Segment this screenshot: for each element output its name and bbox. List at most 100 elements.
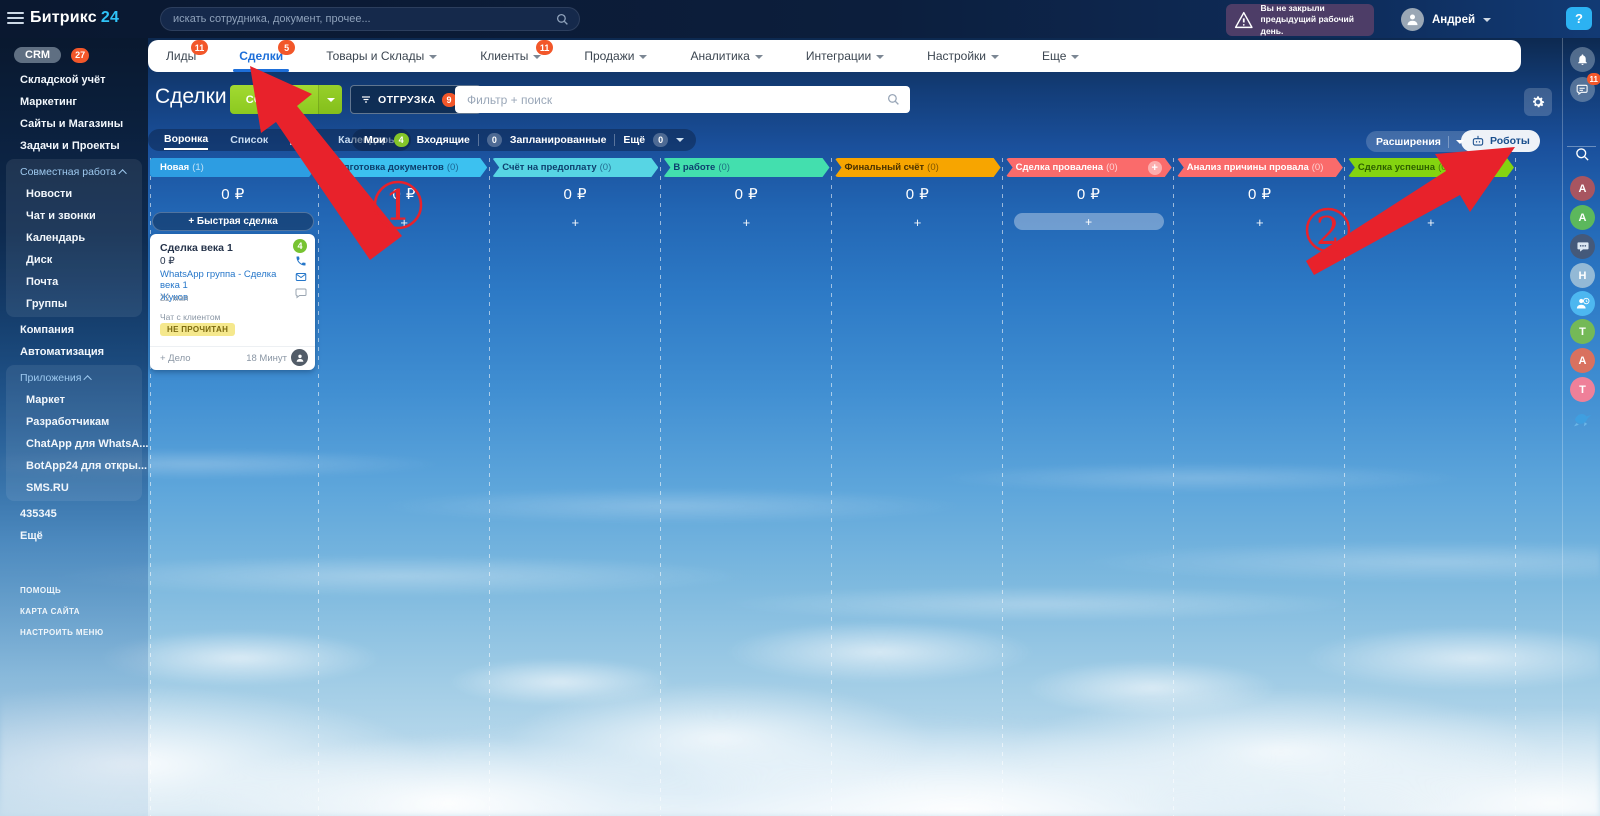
- tab-products[interactable]: Товары и Склады: [326, 49, 437, 63]
- deal-card[interactable]: Сделка века 1 4 0 ₽ WhatsApp группа - Сд…: [150, 234, 315, 370]
- recent-chat-avatar[interactable]: T: [1570, 319, 1595, 344]
- column-separator: [660, 158, 661, 816]
- more-count-badge: 0: [653, 133, 668, 147]
- sidebar-item-disk[interactable]: Диск: [6, 249, 142, 271]
- tab-settings[interactable]: Настройки: [927, 49, 999, 63]
- add-deal-button[interactable]: +: [321, 215, 487, 230]
- tab-more[interactable]: Еще: [1042, 49, 1079, 63]
- tab-leads[interactable]: Лиды11: [166, 49, 196, 63]
- sidebar-item-warehouse[interactable]: Складской учёт: [0, 69, 148, 91]
- hamburger-menu-icon[interactable]: [7, 12, 24, 25]
- rail-search-button[interactable]: [1570, 142, 1595, 167]
- divider: [478, 134, 479, 146]
- sidebar-item-automation[interactable]: Автоматизация: [0, 341, 148, 363]
- recent-chat-avatar[interactable]: A: [1570, 205, 1595, 230]
- global-search[interactable]: [160, 7, 580, 31]
- tab-integrations[interactable]: Интеграции: [806, 49, 884, 63]
- sidebar-item-news[interactable]: Новости: [6, 183, 142, 205]
- user-menu[interactable]: Андрей: [1401, 8, 1491, 31]
- promo-bird-button[interactable]: [1570, 406, 1595, 431]
- workday-alert[interactable]: Вы не закрылипредыдущий рабочий день.: [1226, 4, 1374, 36]
- help-button[interactable]: ?: [1566, 7, 1592, 30]
- stage-header[interactable]: В работе(0): [663, 158, 829, 177]
- create-deal-button[interactable]: СОЗДАТЬ: [230, 85, 342, 114]
- group-chat-avatar[interactable]: [1570, 234, 1595, 259]
- sidebar-link-configure-menu[interactable]: НАСТРОИТЬ МЕНЮ: [20, 628, 104, 637]
- robots-button[interactable]: Роботы: [1461, 130, 1540, 152]
- stage-header[interactable]: Финальный счёт(0): [835, 158, 1001, 177]
- recent-chat-avatar[interactable]: H: [1570, 263, 1595, 288]
- stage-header[interactable]: Счёт на предоплату(0): [492, 158, 658, 177]
- sidebar-group-collaboration[interactable]: Совместная работа: [6, 161, 142, 183]
- recent-chat-avatar[interactable]: A: [1570, 176, 1595, 201]
- sidebar-item-botapp[interactable]: BotApp24 для откры...: [6, 455, 142, 477]
- sidebar-item-sites[interactable]: Сайты и Магазины: [0, 113, 148, 135]
- messenger-button[interactable]: 11: [1570, 77, 1595, 102]
- quick-deal-button[interactable]: + Быстрая сделка: [152, 212, 314, 231]
- filter-search-input[interactable]: [465, 92, 887, 108]
- sidebar-item-company[interactable]: Компания: [0, 319, 148, 341]
- sidebar-item-chatapp[interactable]: ChatApp для WhatsA...: [6, 433, 142, 455]
- sidebar-item-more[interactable]: Ещё: [0, 525, 148, 547]
- create-dropdown[interactable]: [318, 85, 342, 114]
- responsible-avatar[interactable]: [291, 349, 308, 366]
- global-search-input[interactable]: [171, 12, 556, 26]
- recent-chat-avatar[interactable]: T: [1570, 377, 1595, 402]
- sidebar-item-marketing[interactable]: Маркетинг: [0, 91, 148, 113]
- invite-users-button[interactable]: [1570, 291, 1595, 316]
- notifications-bell-button[interactable]: [1570, 47, 1595, 72]
- board-settings-button[interactable]: [1524, 88, 1552, 116]
- extensions-button[interactable]: Расширения: [1366, 131, 1474, 152]
- sidebar-item-crm[interactable]: CRM: [14, 47, 61, 63]
- tab-analytics[interactable]: Аналитика: [690, 49, 762, 63]
- view-tab-funnel[interactable]: Воронка: [164, 130, 208, 150]
- stage-header[interactable]: Анализ причины провала(0): [1177, 158, 1343, 177]
- add-deal-button-highlighted[interactable]: +: [1014, 213, 1164, 230]
- tab-sales[interactable]: Продажи: [584, 49, 647, 63]
- stage-header[interactable]: Сделка успешна(0): [1348, 158, 1514, 177]
- recent-chat-avatar[interactable]: A: [1570, 348, 1595, 373]
- bitrix24-logo[interactable]: Битрикс24: [30, 9, 119, 27]
- filter-incoming[interactable]: Входящие: [417, 134, 470, 146]
- filter-planned[interactable]: Запланированные: [510, 134, 607, 146]
- user-avatar: [1401, 8, 1424, 31]
- sidebar-item-groups[interactable]: Группы: [6, 293, 142, 315]
- stage-header[interactable]: Подготовка документов(0): [321, 158, 487, 177]
- add-deal-button[interactable]: +: [835, 215, 1001, 230]
- sidebar-link-help[interactable]: ПОМОЩЬ: [20, 586, 104, 595]
- phone-icon[interactable]: [295, 255, 307, 267]
- stage-header[interactable]: Новая(1): [150, 158, 316, 177]
- deal-title[interactable]: Сделка века 1: [160, 242, 233, 254]
- filter-my[interactable]: Мои: [364, 134, 386, 146]
- add-deal-button[interactable]: +: [663, 215, 829, 230]
- sidebar-link-sitemap[interactable]: КАРТА САЙТА: [20, 607, 104, 616]
- view-tab-list[interactable]: Список: [230, 131, 268, 149]
- sidebar-item-tasks[interactable]: Задачи и Проекты: [0, 135, 148, 157]
- sidebar-group-apps[interactable]: Приложения: [6, 367, 142, 389]
- add-deal-button[interactable]: +: [492, 215, 658, 230]
- sidebar-item-chat-calls[interactable]: Чат и звонки: [6, 205, 142, 227]
- envelope-icon[interactable]: [295, 271, 307, 283]
- add-deal-button[interactable]: +: [1348, 215, 1514, 230]
- tab-deals[interactable]: Сделки5: [239, 49, 283, 63]
- divider: [614, 134, 615, 146]
- stage-total: 0 ₽: [321, 185, 487, 203]
- add-stage-button[interactable]: +: [1148, 161, 1162, 175]
- sidebar-item-calendar[interactable]: Календарь: [6, 227, 142, 249]
- stage-header[interactable]: Сделка провалена(0) +: [1006, 158, 1172, 177]
- view-tab-activities[interactable]: Дела: [290, 131, 316, 149]
- person-icon: [295, 353, 305, 363]
- sidebar-item-market[interactable]: Маркет: [6, 389, 142, 411]
- filter-more[interactable]: Ещё: [623, 134, 645, 146]
- tab-clients[interactable]: Клиенты11: [480, 49, 541, 63]
- bird-icon: [1573, 410, 1593, 428]
- comment-icon[interactable]: [295, 287, 307, 299]
- sidebar-item-mail[interactable]: Почта: [6, 271, 142, 293]
- sidebar-item-smsru[interactable]: SMS.RU: [6, 477, 142, 499]
- sidebar-item-developers[interactable]: Разработчикам: [6, 411, 142, 433]
- chat-bubbles-icon: [1576, 83, 1590, 97]
- sidebar-item-435345[interactable]: 435345: [0, 503, 148, 525]
- filter-search[interactable]: [455, 86, 910, 113]
- add-deal-button[interactable]: +: [1177, 215, 1343, 230]
- add-activity-button[interactable]: + Дело: [160, 353, 191, 364]
